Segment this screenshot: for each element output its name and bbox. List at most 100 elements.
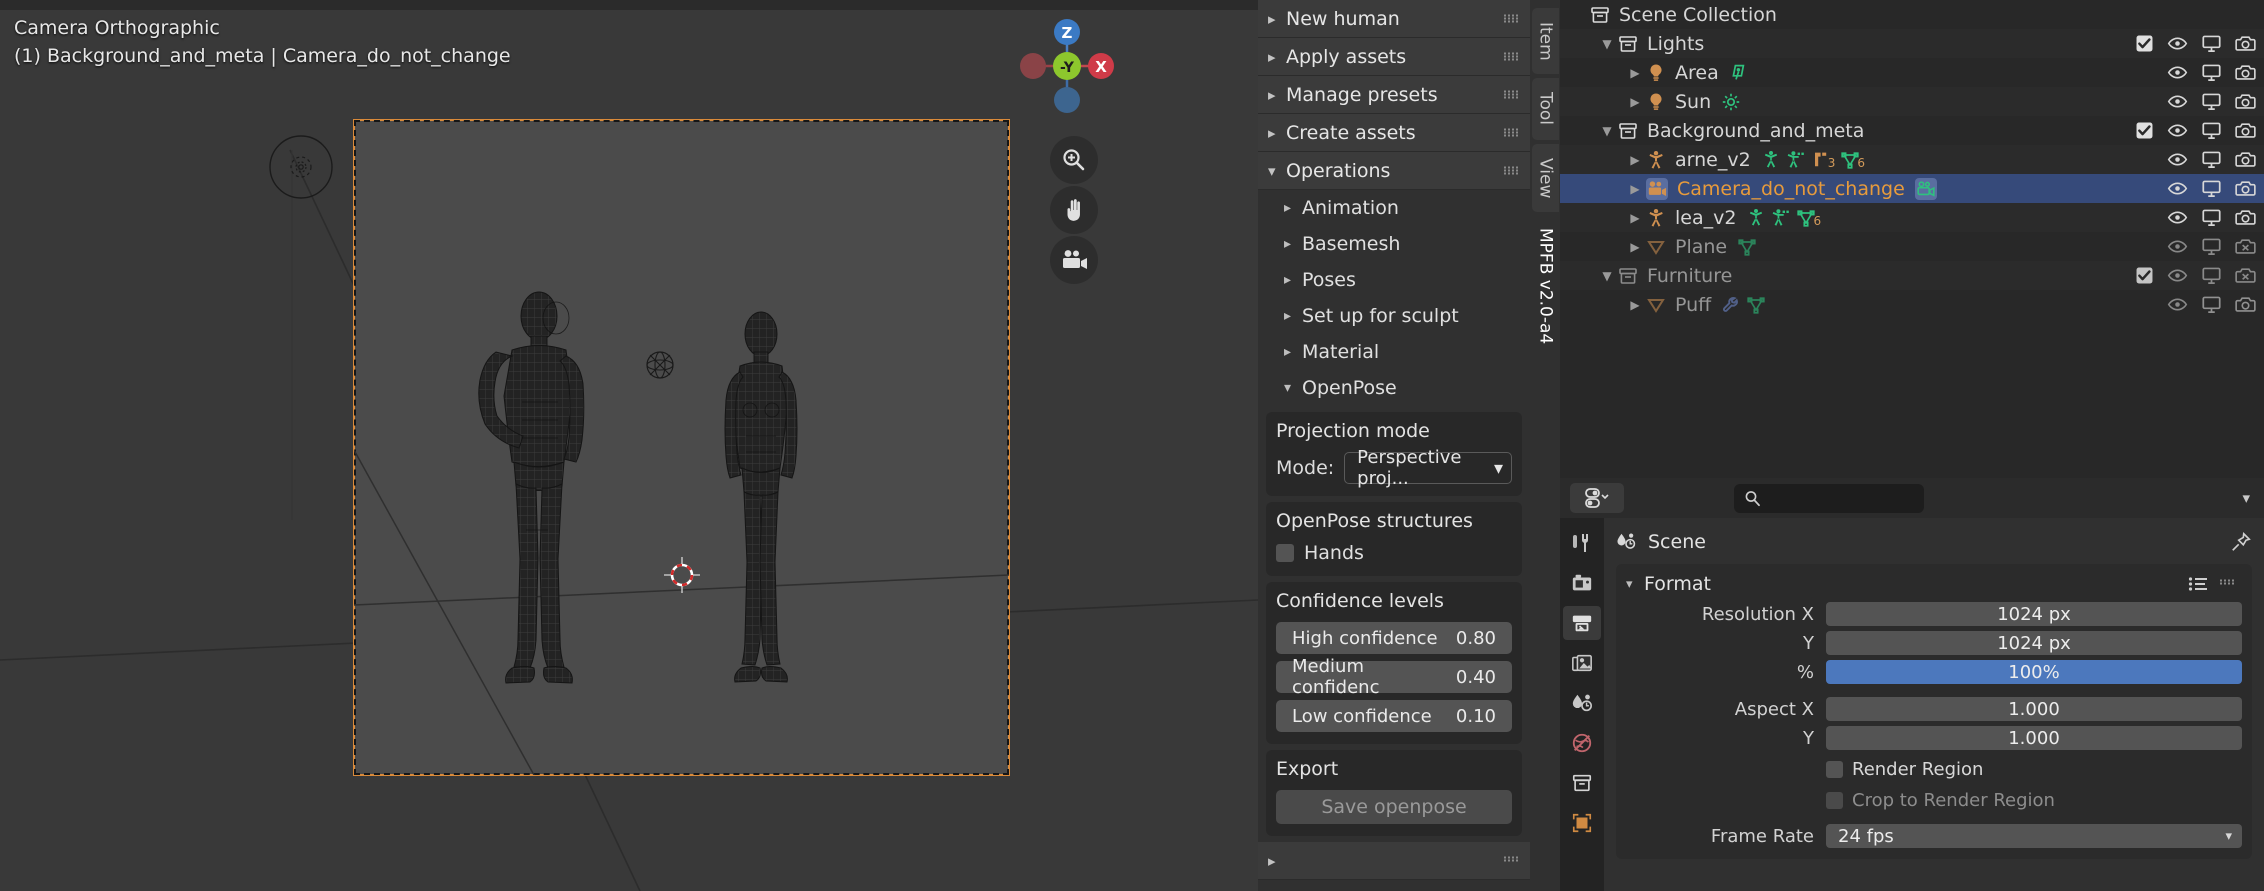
suboperation-animation[interactable]: ▸ Animation: [1258, 190, 1530, 226]
armature-data-icon[interactable]: [1761, 150, 1781, 170]
hand-icon[interactable]: [1050, 186, 1098, 234]
eye-icon[interactable]: [2167, 265, 2188, 286]
tab-mpfb[interactable]: MPFB v2.0-a4: [1532, 216, 1559, 356]
empty-axes-gizmo[interactable]: [643, 348, 677, 382]
drag-grip-icon[interactable]: [1504, 52, 1520, 61]
sidebar-npanel[interactable]: ▸ New human ▸ Apply assets ▸ Manage pres…: [1258, 0, 1530, 891]
aspect-y-input[interactable]: 1.000: [1826, 726, 2242, 750]
modifier-wrench-icon[interactable]: [1721, 295, 1741, 315]
drag-grip-icon[interactable]: [2220, 579, 2236, 589]
screen-icon[interactable]: [2201, 207, 2222, 228]
outliner-row-arne-v2[interactable]: ▶ arne_v2 3 6: [1560, 145, 2264, 174]
suboperation-material[interactable]: ▸ Material: [1258, 334, 1530, 370]
mesh-data-icon[interactable]: [1737, 237, 1757, 257]
navigation-gizmo[interactable]: Z X -Y: [1011, 10, 1123, 122]
drag-grip-icon[interactable]: [1504, 128, 1520, 137]
frame-rate-dropdown[interactable]: 24 fps ▾: [1826, 824, 2242, 848]
chevron-down-icon[interactable]: ▾: [2242, 489, 2254, 507]
properties-search-input[interactable]: [1734, 483, 1924, 513]
outliner-row-background-and-meta[interactable]: ▼ Background_and_meta: [1560, 116, 2264, 145]
outliner-row-camera-do-not-change[interactable]: ▶ Camera_do_not_change: [1560, 174, 2264, 203]
collection-checkbox[interactable]: [2135, 34, 2154, 53]
tab-item[interactable]: Item: [1532, 8, 1559, 74]
panel-manage-presets[interactable]: ▸ Manage presets: [1258, 76, 1530, 114]
chevron-right-icon[interactable]: ▶: [1624, 153, 1646, 167]
eye-icon[interactable]: [2167, 207, 2188, 228]
panel-new-human[interactable]: ▸ New human: [1258, 0, 1530, 38]
suboperation-set-up-for-sculpt[interactable]: ▸ Set up for sculpt: [1258, 298, 1530, 334]
outliner-row-puff[interactable]: ▶ Puff: [1560, 290, 2264, 319]
eye-icon[interactable]: [2167, 178, 2188, 199]
screen-icon[interactable]: [2201, 33, 2222, 54]
pose-icon[interactable]: [1771, 208, 1791, 228]
camera-restrict-icon[interactable]: [2235, 265, 2256, 286]
chevron-right-icon[interactable]: ▶: [1624, 66, 1646, 80]
eye-icon[interactable]: [2167, 33, 2188, 54]
outliner-row-scene-collection[interactable]: Scene Collection: [1560, 0, 2264, 29]
world-tab-icon[interactable]: [1563, 726, 1601, 760]
object-tab-icon[interactable]: [1563, 806, 1601, 840]
camera-restrict-icon[interactable]: [2235, 33, 2256, 54]
mesh-data-icon[interactable]: 6: [1796, 208, 1821, 228]
camera-restrict-icon[interactable]: [2235, 207, 2256, 228]
outliner-row-furniture[interactable]: ▼ Furniture: [1560, 261, 2264, 290]
screen-icon[interactable]: [2201, 120, 2222, 141]
collection-tab-icon[interactable]: [1563, 766, 1601, 800]
high-confidence-slider[interactable]: High confidence 0.80: [1276, 622, 1512, 654]
drag-grip-icon[interactable]: [1504, 90, 1520, 99]
human-figure-male[interactable]: [464, 290, 614, 690]
camera-restrict-icon[interactable]: [2235, 120, 2256, 141]
outliner-row-lea-v2[interactable]: ▶ lea_v2 6: [1560, 203, 2264, 232]
mesh-data-icon[interactable]: [1746, 295, 1766, 315]
screen-icon[interactable]: [2201, 265, 2222, 286]
aspect-x-input[interactable]: 1.000: [1826, 697, 2242, 721]
view-layer-tab-icon[interactable]: [1563, 646, 1601, 680]
outliner-row-plane[interactable]: ▶ Plane: [1560, 232, 2264, 261]
eye-icon[interactable]: [2167, 236, 2188, 257]
screen-icon[interactable]: [2201, 149, 2222, 170]
tool-tab-icon[interactable]: [1563, 526, 1601, 560]
preset-list-icon[interactable]: [2188, 576, 2208, 592]
sun-lamp-gizmo[interactable]: [262, 128, 340, 206]
outliner-editor[interactable]: Scene Collection ▼ Lights ▶ Area ▶ Sun ▼ Backgro…: [1560, 0, 2264, 478]
panel-next-partial[interactable]: ▸: [1258, 842, 1530, 880]
collection-checkbox[interactable]: [2135, 121, 2154, 140]
hands-checkbox[interactable]: [1276, 544, 1294, 562]
low-confidence-slider[interactable]: Low confidence 0.10: [1276, 700, 1512, 732]
eye-icon[interactable]: [2167, 120, 2188, 141]
camera-data-icon[interactable]: [1914, 177, 1937, 200]
resolution-percent-slider[interactable]: 100%: [1826, 660, 2242, 684]
armature-data-icon[interactable]: [1746, 208, 1766, 228]
medium-confidence-slider[interactable]: Medium confidenc 0.40: [1276, 656, 1512, 698]
chevron-right-icon[interactable]: ▶: [1624, 298, 1646, 312]
screen-icon[interactable]: [2201, 178, 2222, 199]
properties-editor[interactable]: ▾ Scene ▾ Format Resolution X 1024 px Y …: [1560, 478, 2264, 891]
human-figure-female[interactable]: [696, 310, 826, 690]
save-openpose-button[interactable]: Save openpose: [1276, 790, 1512, 824]
chevron-right-icon[interactable]: ▶: [1624, 240, 1646, 254]
properties-tab-column[interactable]: [1560, 518, 1604, 891]
screen-icon[interactable]: [2201, 91, 2222, 112]
mesh-data-icon[interactable]: 6: [1840, 150, 1865, 170]
tab-tool[interactable]: Tool: [1532, 78, 1559, 140]
tab-view[interactable]: View: [1532, 144, 1559, 212]
outliner-row-sun[interactable]: ▶ Sun: [1560, 87, 2264, 116]
drag-grip-icon[interactable]: [1504, 166, 1520, 175]
zoom-icon[interactable]: [1050, 136, 1098, 184]
outliner-row-lights[interactable]: ▼ Lights: [1560, 29, 2264, 58]
collection-checkbox[interactable]: [2135, 266, 2154, 285]
suboperation-openpose[interactable]: ▾ OpenPose: [1258, 370, 1530, 406]
drag-grip-icon[interactable]: [1504, 14, 1520, 23]
panel-create-assets[interactable]: ▸ Create assets: [1258, 114, 1530, 152]
chevron-down-icon[interactable]: ▼: [1596, 37, 1618, 51]
sun-light-data-icon[interactable]: [1721, 92, 1741, 112]
screen-icon[interactable]: [2201, 236, 2222, 257]
camera-restrict-icon[interactable]: [2235, 62, 2256, 83]
drag-grip-icon[interactable]: [1504, 856, 1520, 865]
eye-icon[interactable]: [2167, 149, 2188, 170]
camera-icon[interactable]: [1050, 236, 1098, 284]
modifier-icon[interactable]: 3: [1811, 150, 1835, 170]
chevron-right-icon[interactable]: ▶: [1624, 182, 1646, 196]
crop-to-render-region-checkbox[interactable]: [1826, 791, 1843, 809]
eye-icon[interactable]: [2167, 91, 2188, 112]
